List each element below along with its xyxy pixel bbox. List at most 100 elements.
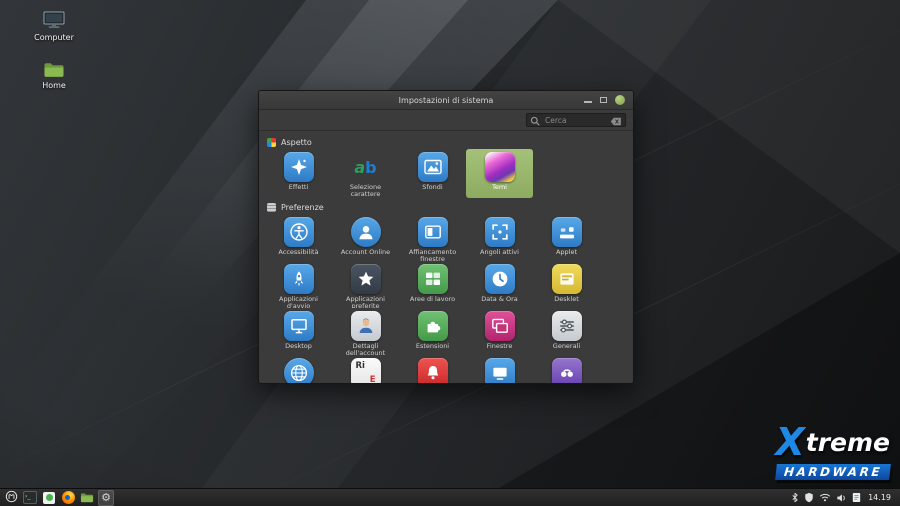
preferred-applications-icon: [351, 264, 381, 294]
settings-item-data-ora[interactable]: Data & Ora: [466, 261, 533, 308]
settings-item-angoli-attivi[interactable]: Angoli attivi: [466, 214, 533, 261]
input-method-icon: RiE: [351, 358, 381, 384]
watermark-logo: Xtreme HARDWARE: [775, 423, 890, 480]
files-window-button[interactable]: [79, 490, 95, 506]
section-header-preferenze: Preferenze: [267, 202, 629, 212]
settings-item-label: Desklet: [554, 296, 579, 303]
font-selection-icon: ab: [351, 152, 381, 182]
software-manager-icon: [43, 492, 55, 504]
firefox-launcher[interactable]: [60, 490, 76, 506]
backgrounds-icon: [418, 152, 448, 182]
search-box[interactable]: [526, 113, 626, 127]
settings-content: Aspetto Effetti ab Selezione carattere S…: [259, 131, 633, 384]
settings-item-label: Accessibilità: [278, 249, 318, 256]
settings-item-label: Applicazioni d'avvio: [268, 296, 330, 308]
terminal-icon: ›_: [23, 491, 37, 504]
search-input[interactable]: [543, 115, 607, 126]
appearance-section-icon: [267, 138, 276, 147]
shield-icon[interactable]: [804, 492, 814, 503]
terminal-launcher[interactable]: ›_: [22, 490, 38, 506]
settings-item-partial-1[interactable]: [265, 355, 332, 384]
settings-item-label: Affiancamento finestre: [402, 249, 464, 261]
settings-item-label: Sfondi: [422, 184, 442, 191]
settings-item-partial-3[interactable]: [399, 355, 466, 384]
section-title: Preferenze: [281, 203, 324, 212]
settings-item-dettagli-account[interactable]: Dettagli dell'account: [332, 308, 399, 355]
watermark-brand: treme: [806, 428, 890, 457]
appearance-grid: Effetti ab Selezione carattere Sfondi Te…: [265, 149, 629, 198]
section-header-aspetto: Aspetto: [267, 137, 629, 147]
settings-item-affiancamento-finestre[interactable]: Affiancamento finestre: [399, 214, 466, 261]
system-settings-window-button[interactable]: ⚙: [98, 490, 114, 506]
privacy-mask-icon: [552, 358, 582, 384]
maximize-button[interactable]: [600, 97, 607, 103]
search-icon: [530, 111, 540, 130]
settings-item-accessibilita[interactable]: Accessibilità: [265, 214, 332, 261]
settings-item-desktop[interactable]: Desktop: [265, 308, 332, 355]
settings-item-partial-5[interactable]: [533, 355, 600, 384]
themes-icon: [485, 152, 515, 182]
wifi-icon[interactable]: [819, 493, 831, 502]
preferences-grid: Accessibilità Account Online Affiancamen…: [265, 214, 629, 384]
settings-item-finestre[interactable]: Finestre: [466, 308, 533, 355]
applets-icon: [552, 217, 582, 247]
notes-icon[interactable]: [852, 492, 861, 503]
settings-item-label: Applet: [556, 249, 577, 256]
home-folder-icon: [19, 61, 89, 78]
settings-item-label: Finestre: [487, 343, 513, 350]
settings-item-generali[interactable]: Generali: [533, 308, 600, 355]
settings-item-label: Temi: [492, 184, 507, 191]
settings-item-applet[interactable]: Applet: [533, 214, 600, 261]
online-accounts-icon: [351, 217, 381, 247]
taskbar: ›_ ⚙ 14.19: [0, 488, 900, 506]
date-time-icon: [485, 264, 515, 294]
volume-icon[interactable]: [836, 493, 847, 503]
system-settings-window: Impostazioni di sistema Aspetto: [258, 90, 634, 384]
settings-item-account-online[interactable]: Account Online: [332, 214, 399, 261]
window-titlebar[interactable]: Impostazioni di sistema: [259, 91, 633, 110]
desktop-icon-label: Home: [19, 81, 89, 90]
notifications-bell-icon: [418, 358, 448, 384]
account-details-icon: [351, 311, 381, 341]
software-manager-launcher[interactable]: [41, 490, 57, 506]
settings-item-partial-4[interactable]: [466, 355, 533, 384]
settings-item-label: Account Online: [341, 249, 390, 256]
desktop-icon-computer[interactable]: Computer: [19, 11, 89, 42]
files-folder-icon: [80, 488, 94, 506]
window-tiling-icon: [418, 217, 448, 247]
desktop-icon-label: Computer: [19, 33, 89, 42]
settings-item-effetti[interactable]: Effetti: [265, 149, 332, 198]
bluetooth-icon[interactable]: [791, 492, 799, 503]
workspaces-icon: [418, 264, 448, 294]
close-button[interactable]: [615, 95, 625, 105]
window-title: Impostazioni di sistema: [259, 96, 633, 105]
settings-item-aree-di-lavoro[interactable]: Aree di lavoro: [399, 261, 466, 308]
settings-item-partial-2[interactable]: RiE: [332, 355, 399, 384]
settings-item-applicazioni-avvio[interactable]: Applicazioni d'avvio: [265, 261, 332, 308]
minimize-button[interactable]: [584, 101, 592, 103]
desklets-icon: [552, 264, 582, 294]
settings-item-label: Applicazioni preferite: [335, 296, 397, 308]
accessibility-icon: [284, 217, 314, 247]
settings-item-label: Dettagli dell'account: [335, 343, 397, 355]
startup-applications-icon: [284, 264, 314, 294]
settings-item-applicazioni-preferite[interactable]: Applicazioni preferite: [332, 261, 399, 308]
settings-item-estensioni[interactable]: Estensioni: [399, 308, 466, 355]
settings-item-selezione-carattere[interactable]: ab Selezione carattere: [332, 149, 399, 198]
settings-item-desklet[interactable]: Desklet: [533, 261, 600, 308]
search-toolbar: [259, 110, 633, 131]
desktop-icon-home[interactable]: Home: [19, 61, 89, 90]
menu-button[interactable]: [3, 490, 19, 506]
gear-icon: ⚙: [101, 492, 111, 503]
settings-item-temi-selected[interactable]: Temi: [466, 149, 533, 198]
settings-item-label: Desktop: [285, 343, 312, 350]
clear-search-icon[interactable]: [610, 111, 622, 130]
effects-icon: [284, 152, 314, 182]
settings-item-label: Angoli attivi: [480, 249, 519, 256]
settings-item-sfondi[interactable]: Sfondi: [399, 149, 466, 198]
display-screen-icon: [485, 358, 515, 384]
windows-settings-icon: [485, 311, 515, 341]
settings-item-label: Generali: [553, 343, 580, 350]
taskbar-clock[interactable]: 14.19: [866, 493, 894, 502]
watermark-sub: HARDWARE: [775, 464, 891, 480]
